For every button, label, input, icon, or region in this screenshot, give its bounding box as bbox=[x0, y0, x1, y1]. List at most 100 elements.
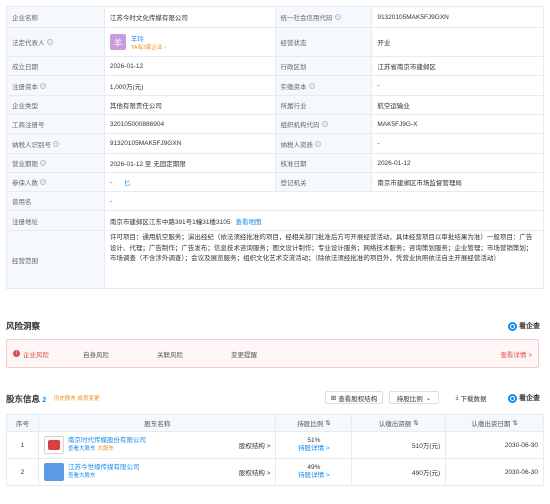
authority-value: 南京市建邺区市场监督管理局 bbox=[372, 173, 544, 191]
view-map-link[interactable]: 查看地图 bbox=[235, 216, 261, 226]
reg-no-value: 320105000886904 bbox=[105, 115, 276, 133]
subscribed-date: 2030-06-30 bbox=[446, 432, 544, 458]
help-icon[interactable]: ? bbox=[53, 140, 59, 147]
info-row: 纳税人识别号? 91320105MAK5FJ9GXN 纳税人资质? - bbox=[7, 134, 544, 154]
holding-detail-link[interactable]: 持股详情 > bbox=[298, 472, 330, 480]
field-label: 经营范围 bbox=[7, 231, 105, 288]
field-label: 纳税人资质? bbox=[275, 134, 373, 153]
help-icon[interactable]: ? bbox=[334, 14, 341, 20]
former-name-value: - bbox=[105, 192, 544, 210]
status-value: 开业 bbox=[372, 28, 544, 56]
ratio-dropdown[interactable]: 持股比例 ⌄ bbox=[389, 391, 439, 404]
shareholder-name-link[interactable]: 南京时代传媒股份有限公司 bbox=[68, 437, 146, 445]
paid-value: - bbox=[372, 76, 544, 95]
risk-tab-enterprise[interactable]: ! 企业风险 bbox=[13, 349, 49, 359]
legal-name-link[interactable]: 羊玲 bbox=[131, 33, 166, 43]
tag-link[interactable]: 查看大股东 bbox=[68, 473, 96, 479]
sort-icon: ⇅ bbox=[413, 420, 419, 427]
help-icon[interactable]: ? bbox=[308, 82, 315, 89]
shareholder-cell: 南京时代传媒股份有限公司 查看大股东 大股东 股权结构 > bbox=[39, 432, 277, 458]
holding-ratio: 49% bbox=[307, 464, 321, 471]
download-icon: ⤓ bbox=[455, 393, 459, 401]
field-label: 核准日期 bbox=[275, 154, 373, 172]
history-shareholders-tag[interactable]: 历史股东 成员变更 bbox=[54, 394, 100, 402]
capital-value: 1,000万(元) bbox=[105, 76, 276, 95]
column-header[interactable]: 认缴出资日期 ⇅ bbox=[446, 415, 544, 431]
field-label: 曾用名 bbox=[7, 192, 105, 210]
field-label: 注册地址 bbox=[7, 211, 105, 230]
major-shareholder-badge: 大股东 bbox=[97, 446, 114, 452]
shareholder-section-title: 股东信息 2 bbox=[6, 394, 47, 404]
field-label: 成立日期 bbox=[7, 57, 105, 75]
company-info-table: 企业名称 江苏今时文化传媒有限公司 统一社会信用代码? 91320105MAK5… bbox=[6, 6, 544, 289]
founded-date: 2026-01-12 bbox=[105, 57, 276, 75]
subscribed-amount: 490万(元) bbox=[352, 459, 447, 485]
type-value: 其他有限责任公司 bbox=[105, 96, 276, 114]
column-header[interactable]: 认缴出资额 ⇅ bbox=[352, 415, 447, 431]
field-label: 营业期限? bbox=[7, 154, 105, 172]
help-icon[interactable]: ? bbox=[321, 121, 328, 127]
equity-penetration-link[interactable]: 股权结构 > bbox=[239, 467, 271, 477]
credit-code: 91320105MAK5FJ9GXN bbox=[372, 7, 544, 27]
brand-logo[interactable]: 看企查 bbox=[508, 393, 540, 403]
graph-icon: ⊞ bbox=[330, 394, 337, 402]
view-equity-structure-button[interactable]: ⊞ 查看股权结构 bbox=[325, 391, 383, 404]
approve-value: 2026-01-12 bbox=[372, 154, 544, 172]
view-risk-details-link[interactable]: 查看详情 > bbox=[500, 349, 532, 359]
address-value: 南京市建邺区江东中路391号1幢31楼3105 查看地图 bbox=[105, 211, 544, 230]
column-header: 股东名称 bbox=[39, 415, 277, 431]
help-icon[interactable]: ? bbox=[40, 82, 46, 89]
risk-tab-related[interactable]: 关联风险 bbox=[157, 349, 183, 359]
brand-logo[interactable]: 看企查 bbox=[508, 321, 540, 331]
help-icon[interactable]: ? bbox=[40, 179, 46, 185]
help-icon[interactable]: ? bbox=[40, 160, 46, 166]
avatar[interactable]: 羊 bbox=[109, 34, 126, 50]
legal-related-companies[interactable]: TA有3家企业 › bbox=[131, 43, 166, 51]
tag-link[interactable]: 查看大股东 bbox=[68, 446, 96, 452]
chevron-right-icon: › bbox=[164, 45, 166, 51]
insured-trend-icon[interactable]: 匕 bbox=[124, 177, 131, 187]
insured-value: -匕 bbox=[105, 173, 276, 191]
chevron-down-icon: ⌄ bbox=[425, 394, 432, 402]
info-row: 企业类型 其他有限责任公司 所属行业 航空运输业 bbox=[7, 96, 544, 115]
row-index: 1 bbox=[7, 432, 39, 458]
column-header[interactable]: 持股比例 ⇅ bbox=[276, 415, 353, 431]
risk-tab-self[interactable]: 自身风险 bbox=[83, 349, 109, 359]
company-logo bbox=[43, 463, 64, 481]
info-row: 曾用名 - bbox=[7, 192, 544, 211]
risk-tab-change[interactable]: 变更提醒 bbox=[231, 349, 257, 359]
help-icon[interactable]: ? bbox=[315, 140, 321, 147]
term-value: 2026-01-12 至 无固定期限 bbox=[105, 154, 276, 172]
sort-icon: ⇅ bbox=[512, 420, 518, 427]
shareholder-name-link[interactable]: 江苏今世缘传媒有限公司 bbox=[68, 464, 140, 472]
info-row: 营业期限? 2026-01-12 至 无固定期限 核准日期 2026-01-12 bbox=[7, 154, 544, 173]
table-header: 序号 股东名称 持股比例 ⇅ 认缴出资额 ⇅ 认缴出资日期 ⇅ bbox=[7, 415, 544, 432]
risk-panel: ! 企业风险 自身风险 关联风险 变更提醒 查看详情 > bbox=[6, 339, 539, 368]
field-label: 登记机关 bbox=[275, 173, 373, 191]
shareholder-tags: 查看大股东 大股东 bbox=[68, 445, 146, 453]
qichacha-logo-icon bbox=[508, 321, 517, 331]
field-label: 注册资本? bbox=[7, 76, 105, 95]
warning-icon: ! bbox=[13, 350, 20, 357]
table-row: 1 南京时代传媒股份有限公司 查看大股东 大股东 股权结构 > 51% 持股详情 … bbox=[7, 432, 544, 459]
info-row: 经营范围 许可项目：通用航空服务；演出经纪（依法须经批准的项目，经相关部门批准后… bbox=[7, 231, 544, 289]
equity-penetration-link[interactable]: 股权结构 > bbox=[239, 440, 271, 450]
holding-detail-link[interactable]: 持股详情 > bbox=[298, 445, 330, 453]
column-header: 序号 bbox=[7, 415, 39, 431]
download-data-button[interactable]: ⤓ 下载数据 bbox=[445, 391, 497, 404]
help-icon[interactable]: ? bbox=[46, 39, 53, 45]
tax-qual-value: - bbox=[372, 134, 544, 153]
company-logo bbox=[43, 436, 64, 454]
row-index: 2 bbox=[7, 459, 39, 485]
sort-icon: ⇅ bbox=[325, 420, 331, 427]
info-row: 注册地址 南京市建邺区江东中路391号1幢31楼3105 查看地图 bbox=[7, 211, 544, 231]
ratio-cell: 49% 持股详情 > bbox=[276, 459, 353, 485]
table-row: 2 江苏今世缘传媒有限公司 查看大股东 股权结构 > 49% 持股详情 > 49… bbox=[7, 459, 544, 486]
info-row: 参保人数? -匕 登记机关 南京市建邺区市场监督管理局 bbox=[7, 173, 544, 192]
region-value: 江苏省南京市建邺区 bbox=[372, 57, 544, 75]
risk-section-title: 风险洞察 bbox=[6, 321, 41, 331]
tax-value: 91320105MAK5FJ9GXN bbox=[105, 134, 276, 153]
shareholder-table: 序号 股东名称 持股比例 ⇅ 认缴出资额 ⇅ 认缴出资日期 ⇅ 1 南京时代传媒股份有… bbox=[6, 414, 544, 486]
field-label: 纳税人识别号? bbox=[7, 134, 105, 153]
business-scope: 许可项目：通用航空服务；演出经纪（依法须经批准的项目，经相关部门批准后方可开展经… bbox=[105, 231, 544, 288]
